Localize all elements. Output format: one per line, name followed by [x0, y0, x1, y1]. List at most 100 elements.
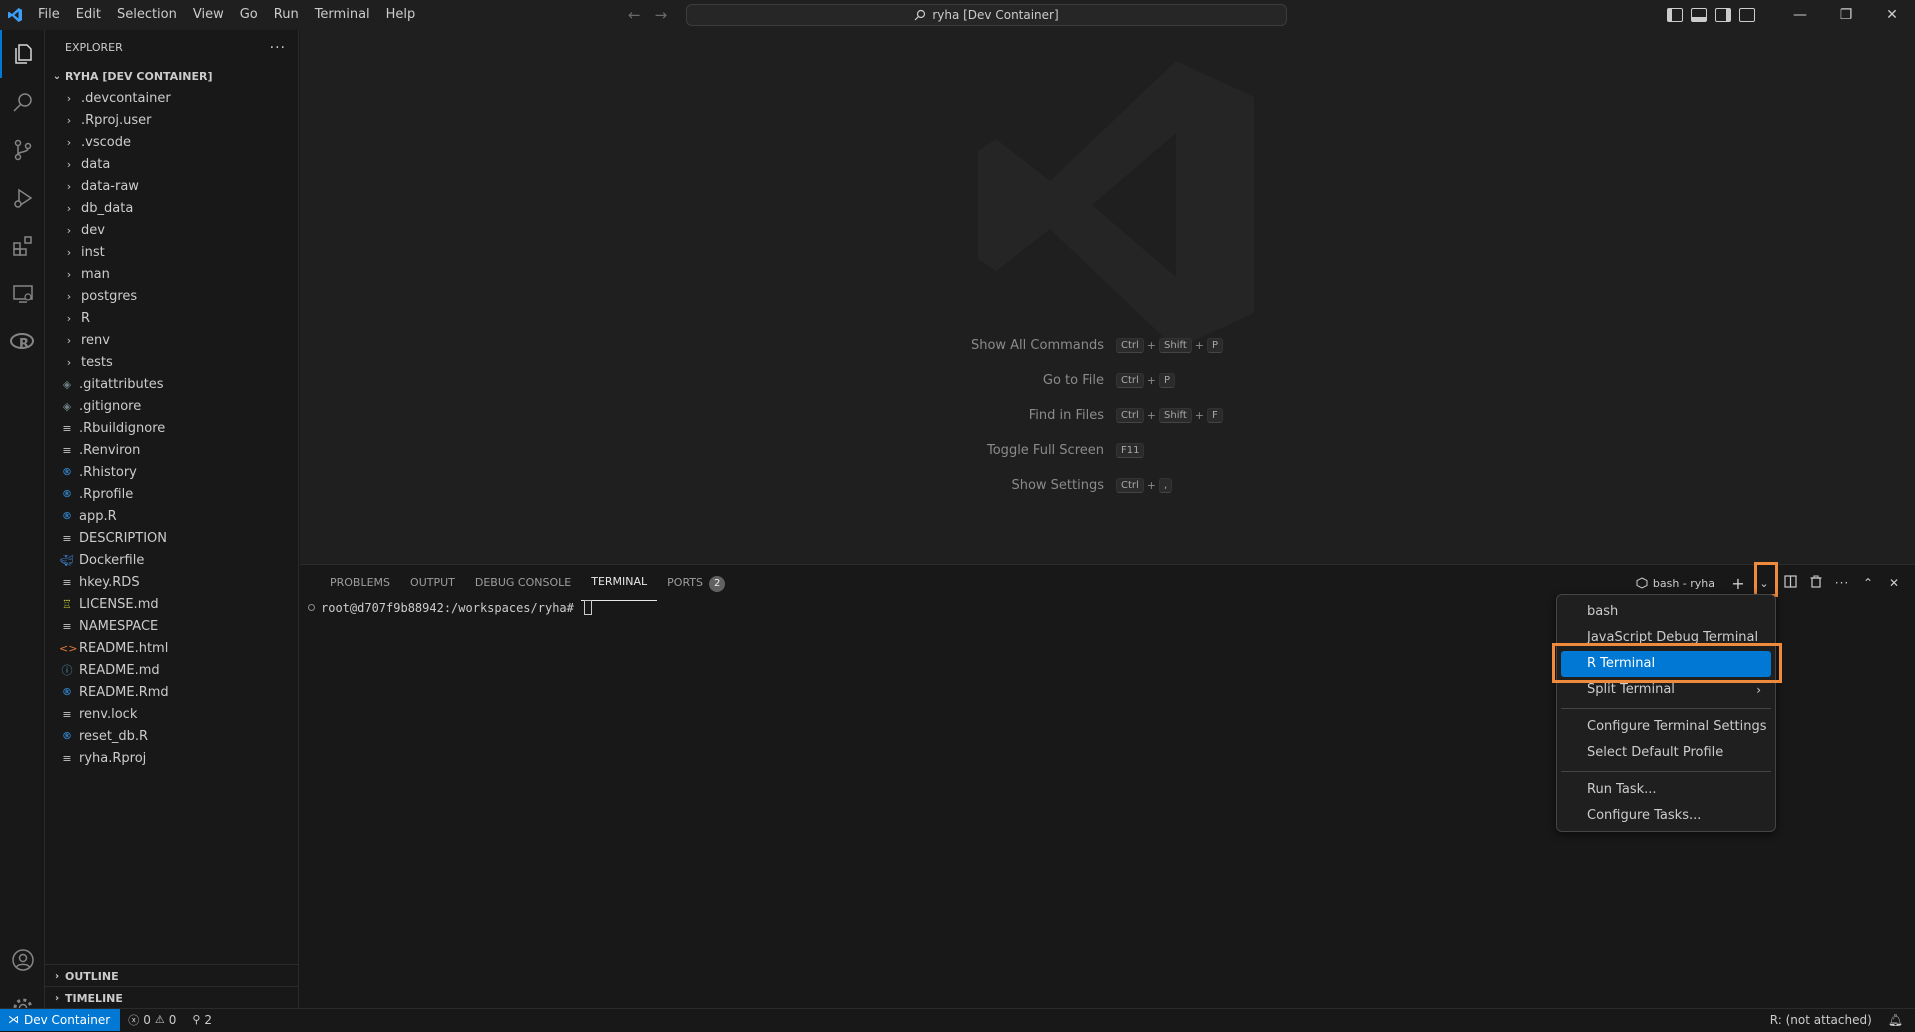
file-item[interactable]: ® .Rhistory: [45, 461, 298, 483]
shortcut-toggle-full-screen[interactable]: Toggle Full Screen F11: [300, 433, 1915, 468]
source-control-icon[interactable]: [0, 126, 45, 174]
toggle-primary-sidebar-icon[interactable]: [1667, 8, 1683, 22]
shortcut-show-settings[interactable]: Show Settings Ctrl + ,: [300, 468, 1915, 503]
welcome-shortcuts: Show All Commands Ctrl + Shift + P Go to F…: [300, 328, 1915, 503]
customize-layout-icon[interactable]: [1739, 8, 1755, 22]
split-terminal-icon[interactable]: [1777, 575, 1803, 591]
folder-item[interactable]: › R: [45, 307, 298, 329]
folder-item[interactable]: › man: [45, 263, 298, 285]
menu-item-configure-tasks[interactable]: Configure Tasks...: [1561, 803, 1771, 829]
folder-item[interactable]: › inst: [45, 241, 298, 263]
folder-item[interactable]: › .devcontainer: [45, 87, 298, 109]
menu-edit[interactable]: Edit: [68, 0, 109, 30]
file-item[interactable]: ≡ NAMESPACE: [45, 615, 298, 637]
menu-run[interactable]: Run: [266, 0, 307, 30]
timeline-section[interactable]: › TIMELINE: [45, 986, 299, 1009]
shortcut-find-in-files[interactable]: Find in Files Ctrl + Shift + F: [300, 398, 1915, 433]
menu-item-select-default-profile[interactable]: Select Default Profile: [1561, 740, 1771, 766]
folder-item[interactable]: › renv: [45, 329, 298, 351]
workspace-root[interactable]: ⌄ RYHA [DEV CONTAINER]: [45, 65, 298, 87]
folder-item[interactable]: › db_data: [45, 197, 298, 219]
ports-indicator[interactable]: ⚲ 2: [184, 1013, 220, 1027]
tree-item-label: .Rprofile: [79, 486, 134, 502]
r-extension-icon[interactable]: R: [0, 318, 45, 366]
new-terminal-plus-icon[interactable]: +: [1725, 574, 1751, 593]
problems-indicator[interactable]: ⓧ 0 ⚠ 0: [120, 1012, 184, 1028]
account-icon[interactable]: [0, 936, 45, 984]
terminal-prompt-line[interactable]: root@d707f9b88942:/workspaces/ryha#: [308, 600, 592, 615]
file-item[interactable]: ≡ .Renviron: [45, 439, 298, 461]
file-item[interactable]: ≡ renv.lock: [45, 703, 298, 725]
explorer-icon[interactable]: [0, 30, 45, 78]
remote-indicator[interactable]: ⋊ Dev Container: [0, 1008, 121, 1031]
license-icon: ♖: [62, 597, 72, 611]
file-item[interactable]: 🐳︎ Dockerfile: [45, 549, 298, 571]
tab-debug-console[interactable]: DEBUG CONSOLE: [465, 565, 581, 601]
menu-item-bash[interactable]: bash: [1561, 599, 1771, 625]
shortcut-go-to-file[interactable]: Go to File Ctrl + P: [300, 363, 1915, 398]
menu-help[interactable]: Help: [378, 0, 424, 30]
command-center[interactable]: ryha [Dev Container]: [686, 4, 1287, 26]
file-item[interactable]: ≡ hkey.RDS: [45, 571, 298, 593]
maximize-panel-chevron-up-icon[interactable]: ⌃: [1855, 576, 1881, 590]
more-actions-icon[interactable]: ···: [1829, 576, 1855, 590]
tab-problems[interactable]: PROBLEMS: [320, 565, 400, 601]
tab-terminal[interactable]: TERMINAL: [581, 565, 658, 601]
file-item[interactable]: ≡ .Rbuildignore: [45, 417, 298, 439]
extensions-icon[interactable]: [0, 222, 45, 270]
file-item[interactable]: ® README.Rmd: [45, 681, 298, 703]
menu-item-configure-terminal-settings[interactable]: Configure Terminal Settings: [1561, 714, 1771, 740]
restore-icon[interactable]: ❐: [1823, 7, 1869, 23]
folder-item[interactable]: › .Rproj.user: [45, 109, 298, 131]
menu-selection[interactable]: Selection: [109, 0, 185, 30]
folder-item[interactable]: › postgres: [45, 285, 298, 307]
error-icon: ⓧ: [128, 1013, 140, 1027]
file-item[interactable]: ≡ DESCRIPTION: [45, 527, 298, 549]
file-item[interactable]: ⓘ README.md: [45, 659, 298, 681]
file-item[interactable]: ® .Rprofile: [45, 483, 298, 505]
menu-view[interactable]: View: [185, 0, 232, 30]
folder-item[interactable]: › tests: [45, 351, 298, 373]
file-item[interactable]: ® reset_db.R: [45, 725, 298, 747]
warning-count: 0: [168, 1012, 177, 1027]
menu-terminal[interactable]: Terminal: [307, 0, 378, 30]
tab-output[interactable]: OUTPUT: [400, 565, 465, 601]
back-arrow-icon[interactable]: ←: [628, 6, 641, 24]
menu-go[interactable]: Go: [232, 0, 266, 30]
run-debug-icon[interactable]: [0, 174, 45, 222]
file-item[interactable]: ® app.R: [45, 505, 298, 527]
remote-explorer-icon[interactable]: [0, 270, 45, 318]
shortcut-show-all-commands[interactable]: Show All Commands Ctrl + Shift + P: [300, 328, 1915, 363]
minimize-icon[interactable]: —: [1777, 7, 1823, 23]
search-icon[interactable]: [0, 78, 45, 126]
close-panel-icon[interactable]: ✕: [1881, 576, 1907, 590]
status-bar: ⋊ Dev Container ⓧ 0 ⚠ 0 ⚲ 2 R: (not attache…: [0, 1008, 1915, 1031]
folder-item[interactable]: › data-raw: [45, 175, 298, 197]
terminal-selector[interactable]: bash - ryha: [1636, 577, 1715, 590]
outline-section[interactable]: › OUTLINE: [45, 964, 299, 987]
highlight-box-dropdown-button: [1754, 562, 1778, 597]
menu-file[interactable]: File: [30, 0, 68, 30]
notifications-bell-icon[interactable]: 🔔︎: [1880, 1013, 1915, 1027]
menu-item-run-task[interactable]: Run Task...: [1561, 777, 1771, 803]
lines-icon: ≡: [62, 575, 72, 589]
tree-item-label: NAMESPACE: [79, 618, 159, 634]
tab-ports[interactable]: PORTS 2: [657, 565, 735, 601]
close-window-icon[interactable]: ✕: [1869, 7, 1915, 23]
toggle-secondary-sidebar-icon[interactable]: [1715, 8, 1731, 22]
more-actions-icon[interactable]: ···: [270, 40, 286, 56]
folder-item[interactable]: › .vscode: [45, 131, 298, 153]
lines-icon: ≡: [62, 707, 72, 721]
file-item[interactable]: ◈ .gitattributes: [45, 373, 298, 395]
file-item[interactable]: ≡ ryha.Rproj: [45, 747, 298, 769]
toggle-panel-icon[interactable]: [1691, 8, 1707, 22]
r-session-status[interactable]: R: (not attached): [1762, 1013, 1880, 1027]
keycap: P: [1159, 373, 1176, 388]
file-item[interactable]: <> README.html: [45, 637, 298, 659]
folder-item[interactable]: › data: [45, 153, 298, 175]
file-item[interactable]: ◈ .gitignore: [45, 395, 298, 417]
file-item[interactable]: ♖ LICENSE.md: [45, 593, 298, 615]
forward-arrow-icon[interactable]: →: [655, 6, 668, 24]
kill-terminal-trash-icon[interactable]: [1803, 575, 1829, 591]
folder-item[interactable]: › dev: [45, 219, 298, 241]
